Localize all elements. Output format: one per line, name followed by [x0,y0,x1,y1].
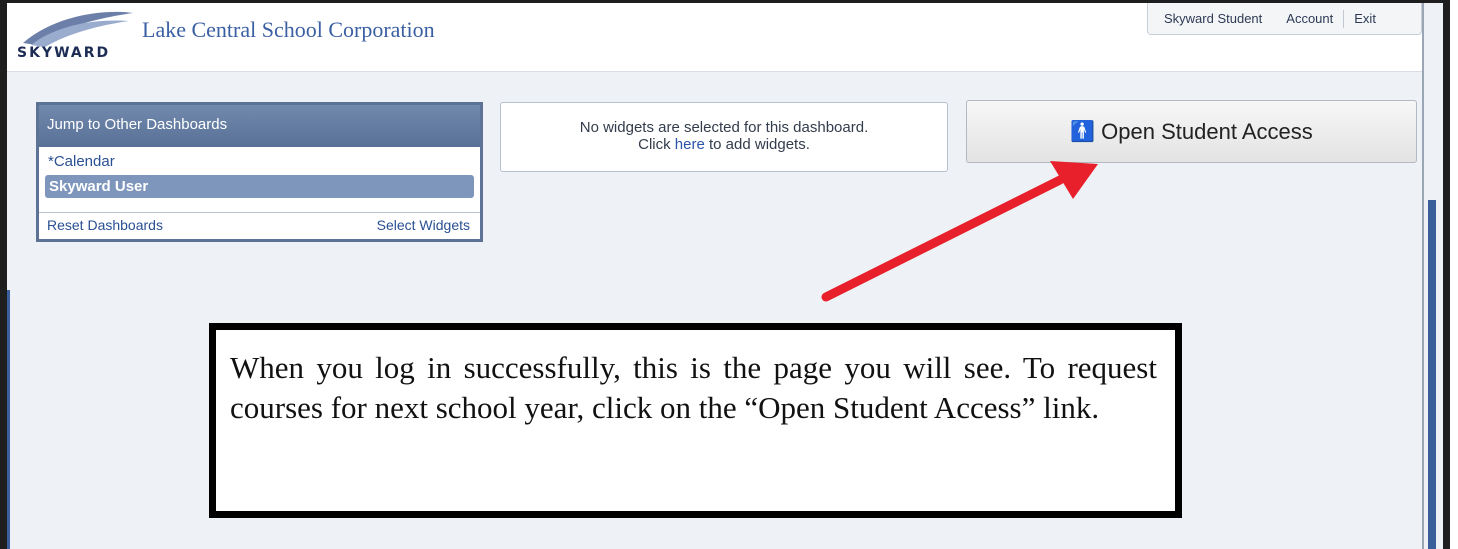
instruction-callout: When you log in successfully, this is th… [209,323,1182,518]
